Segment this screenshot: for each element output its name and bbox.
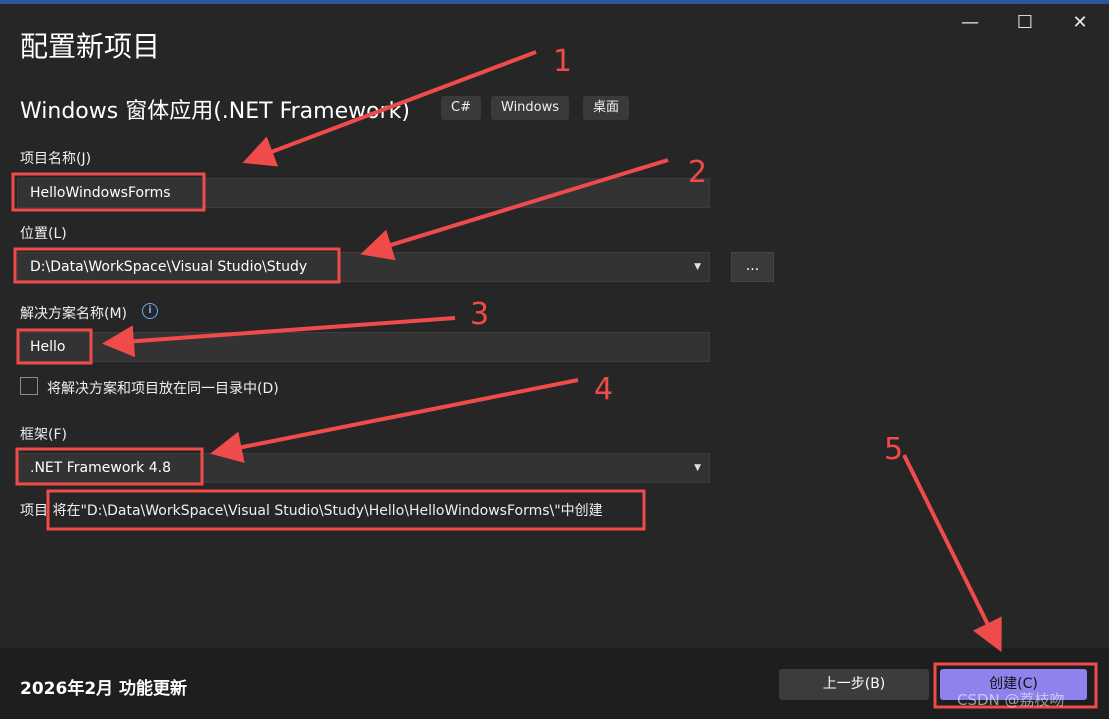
annotation-overlay [11,50,1098,709]
watermark: CSDN @荔枝吻 [957,691,1065,709]
annotation-number-5: 5 [884,432,904,467]
highlight-box-path [46,489,646,531]
annotation-number-1: 1 [553,44,573,79]
arrow-3 [102,316,456,358]
arrow-1 [242,50,537,167]
highlight-box-project-name [11,172,206,212]
arrow-5 [902,454,1002,653]
highlight-box-solution-name [16,328,93,365]
arrow-2 [360,158,669,261]
highlight-box-framework [15,447,204,486]
highlight-box-location [13,247,341,284]
annotation-number-3: 3 [470,297,490,332]
annotation-number-4: 4 [594,372,614,407]
annotation-number-2: 2 [688,155,708,190]
arrow-4 [210,378,579,463]
